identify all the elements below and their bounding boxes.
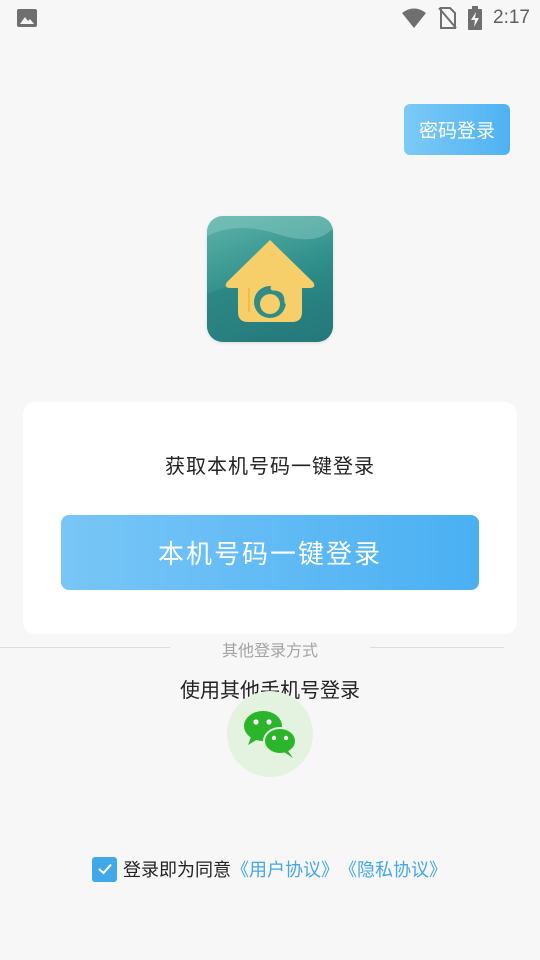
app-logo xyxy=(207,216,333,342)
one-click-login-button[interactable]: 本机号码一键登录 xyxy=(61,515,479,590)
divider-left xyxy=(0,647,170,648)
house-logo-icon xyxy=(207,216,333,342)
agreement-row: 登录即为同意 《用户协议》 《隐私协议》 xyxy=(92,855,447,883)
wechat-login-button[interactable] xyxy=(227,691,313,777)
one-click-login-card: 获取本机号码一键登录 本机号码一键登录 xyxy=(23,402,517,634)
privacy-agreement-link[interactable]: 《隐私协议》 xyxy=(339,856,447,882)
agreement-text: 登录即为同意 xyxy=(123,860,231,881)
status-bar: 2:17 xyxy=(0,0,540,36)
user-agreement-link[interactable]: 《用户协议》 xyxy=(231,856,339,882)
status-time: 2:17 xyxy=(493,7,530,28)
password-login-button[interactable]: 密码登录 xyxy=(404,104,510,155)
agreement-checkbox[interactable] xyxy=(92,856,117,882)
image-notification-icon xyxy=(17,9,37,27)
card-title: 获取本机号码一键登录 xyxy=(165,454,375,478)
checkmark-icon xyxy=(97,863,112,875)
battery-charging-icon xyxy=(468,6,483,30)
wechat-icon xyxy=(244,711,297,758)
divider-right xyxy=(370,647,504,648)
no-sim-icon xyxy=(438,7,457,29)
wifi-icon xyxy=(402,8,427,28)
other-login-methods-label: 其他登录方式 xyxy=(221,641,318,660)
